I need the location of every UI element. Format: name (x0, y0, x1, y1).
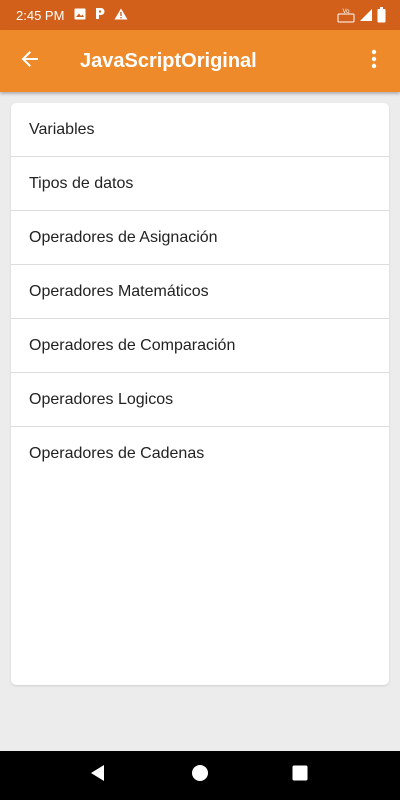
list-item-operadores-asignacion[interactable]: Operadores de Asignación (11, 211, 389, 265)
nav-recents-button[interactable] (288, 763, 312, 787)
nav-home-button[interactable] (188, 763, 212, 787)
page-title: JavaScriptOriginal (80, 50, 257, 72)
app-bar: JavaScriptOriginal (0, 30, 400, 92)
list-item-operadores-comparacion[interactable]: Operadores de Comparación (11, 319, 389, 373)
signal-icon (359, 8, 373, 25)
topics-card: Variables Tipos de datos Operadores de A… (11, 103, 389, 685)
image-icon (74, 8, 86, 23)
system-nav-bar (0, 751, 400, 800)
more-vert-icon (371, 49, 377, 74)
notification-icons (74, 7, 128, 23)
system-status-icons: Vo (337, 6, 386, 27)
volte-icon: Vo (337, 6, 355, 27)
battery-icon (377, 7, 386, 26)
list-item-operadores-matematicos[interactable]: Operadores Matemáticos (11, 265, 389, 319)
warning-icon (114, 8, 128, 23)
list-item-operadores-cadenas[interactable]: Operadores de Cadenas (11, 427, 389, 481)
arrow-back-icon (20, 49, 40, 74)
status-time: 2:45 PM (16, 7, 65, 23)
recents-square-icon (291, 764, 309, 787)
list-item-tipos-de-datos[interactable]: Tipos de datos (11, 157, 389, 211)
overflow-menu-button[interactable] (356, 43, 392, 79)
back-button[interactable] (12, 43, 48, 79)
back-triangle-icon (89, 764, 107, 787)
list-item-variables[interactable]: Variables (11, 103, 389, 157)
svg-text:Vo: Vo (342, 9, 350, 15)
status-bar: 2:45 PM Vo (0, 0, 400, 30)
home-circle-icon (191, 764, 209, 787)
parking-icon (94, 7, 106, 23)
nav-back-button[interactable] (86, 763, 110, 787)
list-item-operadores-logicos[interactable]: Operadores Logicos (11, 373, 389, 427)
